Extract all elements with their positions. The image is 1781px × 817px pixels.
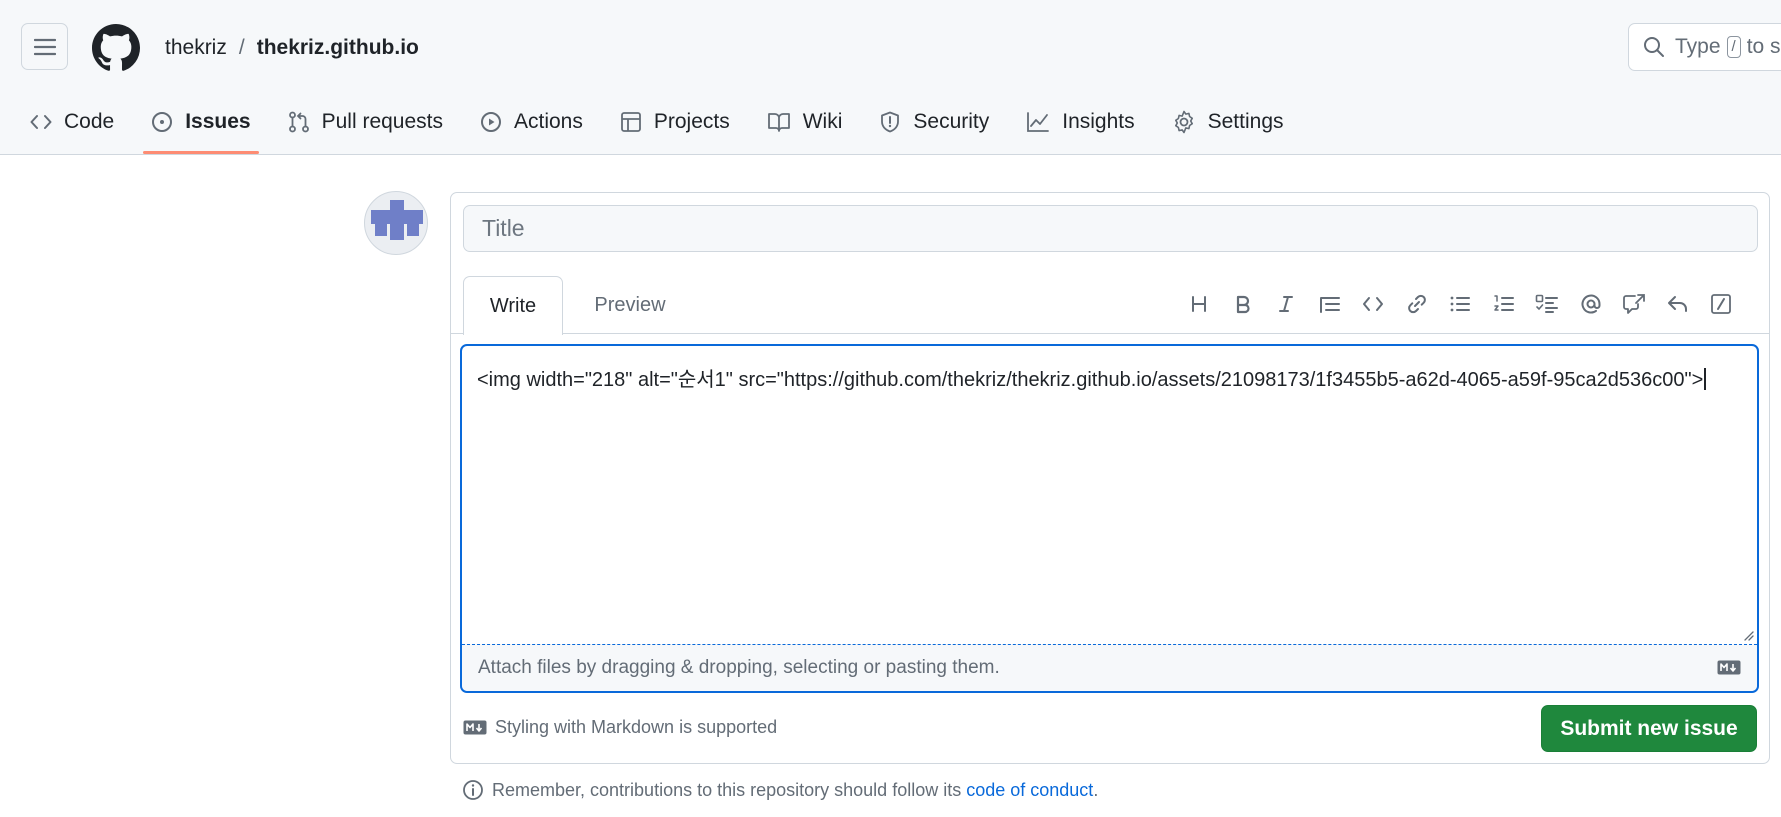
code-icon: [1363, 297, 1383, 311]
mention-icon: [1581, 294, 1600, 314]
breadcrumb-repo-link[interactable]: thekriz.github.io: [257, 36, 419, 60]
mention-button[interactable]: [1578, 289, 1604, 319]
markdown-icon: [463, 720, 487, 735]
breadcrumb: thekriz / thekriz.github.io: [165, 36, 419, 60]
markdown-support-note[interactable]: Styling with Markdown is supported: [463, 717, 777, 738]
tab-security[interactable]: Security: [879, 104, 989, 140]
hamburger-menu-button[interactable]: [21, 23, 68, 70]
quote-button[interactable]: [1317, 289, 1343, 319]
saved-reply-button[interactable]: [1665, 289, 1691, 319]
tab-label: Pull requests: [321, 110, 443, 133]
attach-files-bar[interactable]: Attach files by dragging & dropping, sel…: [462, 644, 1757, 691]
tab-settings[interactable]: Settings: [1172, 104, 1284, 140]
graph-icon: [1027, 112, 1050, 132]
play-icon: [481, 112, 501, 132]
tab-insights[interactable]: Insights: [1026, 104, 1135, 140]
tab-label: Security: [913, 110, 990, 133]
gear-icon: [1174, 110, 1193, 134]
attach-files-text: Attach files by dragging & dropping, sel…: [478, 657, 1000, 678]
tab-code[interactable]: Code: [30, 104, 114, 140]
book-icon: [767, 113, 790, 132]
issue-body-textarea[interactable]: <img width="218" alt="순서1" src="https://…: [460, 344, 1759, 693]
tab-wiki[interactable]: Wiki: [767, 104, 843, 140]
tab-label: Actions: [514, 110, 583, 133]
tab-projects[interactable]: Projects: [620, 104, 730, 140]
issue-title-input[interactable]: [463, 205, 1758, 252]
shield-icon: [881, 111, 900, 133]
reply-icon: [1667, 296, 1687, 312]
resize-handle-icon[interactable]: [1742, 629, 1754, 641]
tab-write[interactable]: Write: [463, 276, 563, 335]
tab-label: Wiki: [802, 110, 843, 133]
search-input[interactable]: Type / to s: [1628, 23, 1781, 71]
active-tab-underline: [143, 151, 259, 154]
cross-reference-icon: [1623, 294, 1645, 314]
text-caret: [1704, 368, 1707, 390]
link-button[interactable]: [1404, 289, 1430, 319]
tab-label: Projects: [653, 110, 730, 133]
submit-new-issue-button[interactable]: Submit new issue: [1541, 705, 1757, 752]
task-list-button[interactable]: [1534, 289, 1560, 319]
ordered-list-icon: [1493, 295, 1514, 311]
breadcrumb-owner-link[interactable]: thekriz: [165, 36, 227, 60]
slash-command-icon: [1711, 294, 1731, 314]
italic-icon: [1279, 296, 1293, 312]
tab-pull-requests[interactable]: Pull requests: [288, 104, 443, 140]
tab-actions[interactable]: Actions: [480, 104, 583, 140]
italic-button[interactable]: [1273, 289, 1299, 319]
bold-icon: [1236, 295, 1250, 314]
reminder-text: Remember, contributions to this reposito…: [492, 779, 962, 800]
issue-body-content[interactable]: <img width="218" alt="순서1" src="https://…: [477, 364, 1727, 397]
link-icon: [1407, 294, 1426, 314]
tab-label: Issues: [185, 110, 251, 133]
code-button[interactable]: [1360, 289, 1386, 319]
reminder-period: .: [1093, 779, 1099, 800]
task-list-icon: [1535, 294, 1558, 313]
markdown-toolbar: [1186, 289, 1752, 319]
breadcrumb-separator: /: [238, 36, 245, 59]
quote-icon: [1319, 297, 1340, 313]
search-shortcut-key: /: [1726, 36, 1741, 58]
tab-preview[interactable]: Preview: [585, 276, 675, 335]
markdown-support-text: Styling with Markdown is supported: [495, 717, 778, 737]
unordered-list-button[interactable]: [1447, 289, 1473, 319]
cross-reference-button[interactable]: [1621, 289, 1647, 319]
github-logo[interactable]: [92, 24, 140, 72]
heading-button[interactable]: [1186, 289, 1212, 319]
search-placeholder-text-end: to s: [1746, 35, 1781, 58]
hamburger-icon: [33, 38, 56, 55]
code-of-conduct-link[interactable]: code of conduct: [966, 780, 1093, 801]
repo-header: thekriz / thekriz.github.io Type / to s …: [0, 0, 1781, 155]
avatar[interactable]: [364, 191, 428, 255]
slash-command-button[interactable]: [1708, 289, 1734, 319]
table-icon: [620, 112, 641, 132]
repo-nav-tabs: Code Issues Pull requests Actions Projec…: [30, 104, 1321, 140]
tab-issues[interactable]: Issues: [151, 104, 251, 140]
tab-label: Settings: [1207, 110, 1284, 133]
unordered-list-icon: [1450, 296, 1470, 312]
markdown-icon: [1717, 660, 1741, 675]
tab-label: Insights: [1062, 110, 1135, 133]
issue-opened-icon: [152, 112, 173, 132]
heading-icon: [1192, 296, 1206, 312]
info-icon: [463, 780, 483, 800]
code-icon: [30, 115, 52, 129]
git-pull-request-icon: [288, 111, 309, 133]
search-icon: [1644, 37, 1664, 57]
ordered-list-button[interactable]: [1491, 289, 1517, 319]
github-mark-icon: [92, 24, 140, 71]
bold-button[interactable]: [1230, 289, 1256, 319]
tab-label: Code: [64, 110, 115, 133]
contribution-reminder: Remember, contributions to this reposito…: [462, 779, 1098, 801]
search-placeholder-text: Type: [1675, 35, 1721, 58]
issue-body-text: <img width="218" alt="순서1" src="https://…: [477, 369, 1704, 391]
identicon-icon: [371, 200, 423, 240]
